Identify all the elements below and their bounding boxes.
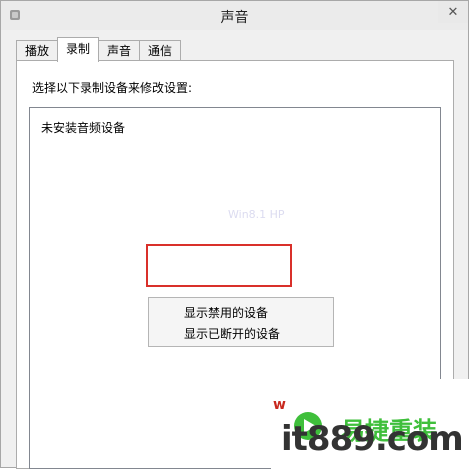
close-icon: ✕	[447, 4, 459, 20]
watermark-url: it889.com	[281, 419, 464, 459]
tab-sounds[interactable]: 声音	[98, 40, 141, 61]
sound-dialog: 声音 ✕ 播放 录制 声音 通信 选择以下录制设备来修改设置: 未安装音频设备 …	[0, 0, 469, 469]
title-bar: 声音 ✕	[1, 1, 468, 30]
instruction-label: 选择以下录制设备来修改设置:	[32, 81, 193, 95]
watermark-red-mark: w	[273, 397, 286, 413]
empty-device-message: 未安装音频设备	[41, 121, 126, 135]
site-watermark: w 易捷重装 it889.com	[271, 379, 469, 469]
window-title: 声音	[220, 10, 249, 26]
tab-communications[interactable]: 通信	[139, 40, 182, 61]
menu-item-show-disconnected[interactable]: 显示已断开的设备	[184, 325, 280, 342]
tab-recording[interactable]: 录制	[57, 37, 100, 62]
menu-item-show-disabled[interactable]: 显示禁用的设备	[184, 304, 268, 321]
context-menu: 显示禁用的设备 显示已断开的设备	[148, 297, 334, 347]
tab-strip: 播放 录制 声音 通信	[16, 37, 182, 62]
faint-watermark: Win8.1 HP	[228, 208, 285, 221]
close-button[interactable]: ✕	[438, 1, 468, 23]
tab-playback[interactable]: 播放	[16, 40, 59, 61]
